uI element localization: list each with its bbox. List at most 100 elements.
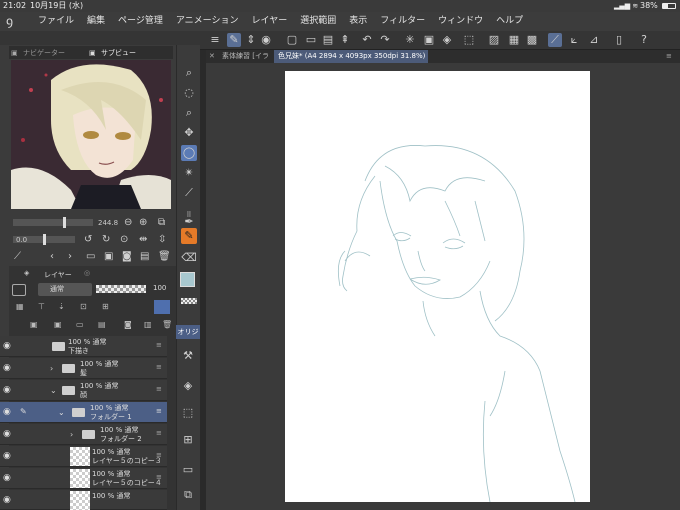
tab-document-2[interactable]: 色兄妹* (A4 2894 x 4093px 350dpi 31.8%) [274,50,428,63]
layer-row-selected[interactable]: ◉ ✎ ⌄ 100 % 通常 フォルダー 1 ≡ [0,402,167,423]
visibility-eye-icon[interactable]: ◉ [3,363,11,373]
ruler-icon[interactable]: ⟋ [548,33,562,47]
lasso-tool-icon[interactable]: ◯ [181,145,197,161]
menu-window[interactable]: ウィンドウ [438,12,483,31]
chat-icon[interactable]: ▭ [180,462,196,478]
tab-layer[interactable]: レイヤー [44,270,72,280]
layer-row[interactable]: ◉ 100 % 通常 レイヤー５のコピー３ ≡ [0,446,167,467]
main-color-swatch[interactable] [180,272,195,287]
lock-alpha-icon[interactable]: ⊞ [102,302,109,311]
zoom-slider[interactable] [13,217,93,228]
draft-icon[interactable]: ⇣ [58,302,65,311]
layer-row[interactable]: ◉ ⌄ 100 % 通常 顔 ≡ [0,380,167,401]
gallery-icon[interactable]: ▤ [140,251,149,263]
clear-icon[interactable]: ▣ [422,33,436,47]
delete-layer-icon[interactable]: 🗑 [162,320,172,329]
magic-wand-icon[interactable]: ✴ [181,165,197,181]
blend-mode-select[interactable]: 通常 [38,283,92,296]
visibility-eye-icon[interactable]: ◉ [3,473,11,483]
reset-rotation-icon[interactable]: ⊙ [120,234,128,246]
menu-selection[interactable]: 選択範囲 [300,12,336,31]
opacity-slider[interactable] [96,285,146,293]
pen-mode-icon[interactable]: ✎ [227,33,241,47]
save-icon[interactable]: ▤ [321,33,335,47]
deselect-icon[interactable]: ▨ [487,33,501,47]
color-mix-icon[interactable]: ◉ [259,33,273,47]
layer-color-button[interactable] [12,284,26,296]
visibility-eye-icon[interactable]: ◉ [3,495,11,505]
zoom-out-icon[interactable]: ⊖ [124,217,132,229]
upload-icon[interactable]: ⇞ [338,33,352,47]
menu-filter[interactable]: フィルター [380,12,425,31]
visibility-eye-icon[interactable]: ◉ [3,451,11,461]
operation-tool-icon[interactable]: ⌕ [181,105,197,121]
device-icon[interactable]: ▯ [612,33,626,47]
tab-subview[interactable]: サブビュー [101,48,136,58]
tab-navigator[interactable]: ナビゲーター [23,48,65,58]
drag-handle-icon[interactable]: ≡ [156,429,162,437]
help-icon[interactable]: ? [637,33,651,47]
app-logo-icon[interactable]: ꝯ [6,12,13,31]
menu-file[interactable]: ファイル [38,12,74,31]
drag-handle-icon[interactable]: ≡ [156,407,162,415]
prev-icon[interactable]: ‹ [50,251,54,263]
layer-row[interactable]: ◉ 100 % 通常 下描き ≡ [0,336,167,357]
delete-icon[interactable]: 🗑 [158,251,171,263]
menu-view[interactable]: 表示 [349,12,367,31]
ref-layer-icon[interactable]: ⊤ [38,302,45,311]
hand-tool-icon[interactable]: ◌ [181,85,197,101]
transparent-color-icon[interactable] [181,298,197,304]
new-folder-icon[interactable]: ▭ [76,320,84,329]
layer-row[interactable]: ◉ › 100 % 通常 髪 ≡ [0,358,167,379]
rotate-left-icon[interactable]: ↺ [84,234,92,246]
menu-layer[interactable]: レイヤー [252,12,288,31]
new-file-icon[interactable]: ▢ [285,33,299,47]
ruler-snap-icon[interactable]: ⊿ [587,33,601,47]
flip-horizontal-icon[interactable]: ⇹ [139,234,147,246]
loading-icon[interactable]: ✳ [403,33,417,47]
rotate-right-icon[interactable]: ↻ [102,234,110,246]
new-raster-icon[interactable]: ▣ [30,320,38,329]
drag-handle-icon[interactable]: ≡ [156,473,162,481]
folder-icon[interactable]: ▭ [86,251,95,263]
menu-page[interactable]: ページ管理 [118,12,163,31]
tab-menu-icon[interactable]: ≡ [666,50,672,63]
grid-icon[interactable]: ⊞ [180,432,196,448]
clip-icon[interactable]: ▦ [16,302,24,311]
drawing-paper[interactable] [285,71,590,503]
layers-icon[interactable]: ◈ [180,378,196,394]
image-icon[interactable]: ▣ [104,251,113,263]
visibility-eye-icon[interactable]: ◉ [3,385,11,395]
eyedropper-icon[interactable]: ⟋ [14,251,21,263]
camera-icon[interactable]: ◙ [122,251,132,263]
ruler-edit-icon[interactable]: ⟀ [567,33,581,47]
undo-icon[interactable]: ↶ [360,33,374,47]
lock-icon[interactable]: ⊡ [80,302,87,311]
pencil-tool-icon[interactable]: ✎ [181,228,197,244]
zoom-tool-icon[interactable]: ⌕ [181,65,197,81]
visibility-eye-icon[interactable]: ◉ [3,429,11,439]
new-vector-icon[interactable]: ▣ [54,320,62,329]
eraser-tool-icon[interactable]: ⌫ [181,250,197,266]
chevron-right-icon[interactable]: › [70,430,73,439]
open-folder-icon[interactable]: ▭ [304,33,318,47]
invert-icon[interactable]: ▦ [507,33,521,47]
visibility-eye-icon[interactable]: ◉ [3,407,11,417]
menu-edit[interactable]: 編集 [87,12,105,31]
drag-handle-icon[interactable]: ≡ [156,385,162,393]
copy-icon[interactable]: ⧉ [180,487,196,503]
next-icon[interactable]: › [68,251,72,263]
close-icon[interactable]: ✕ [209,50,215,63]
merge-down-icon[interactable]: ▤ [98,320,106,329]
tab-document-1[interactable]: 素体練習 [イラ [218,50,270,63]
layer-tab-icon[interactable]: ◈ [24,269,29,277]
nav-tab-icon[interactable]: ▣ [11,49,18,57]
layer-row[interactable]: ◉ 100 % 通常 [0,490,167,510]
subview-icon[interactable]: ▣ [89,49,96,57]
chevron-right-icon[interactable]: › [50,364,53,373]
redo-icon[interactable]: ↷ [378,33,392,47]
eyedropper-tool-icon[interactable]: ⟋ [181,185,197,201]
tab-history-icon[interactable]: ◎ [84,269,90,277]
drag-handle-icon[interactable]: ≡ [156,451,162,459]
selection-icon[interactable]: ▩ [525,33,539,47]
